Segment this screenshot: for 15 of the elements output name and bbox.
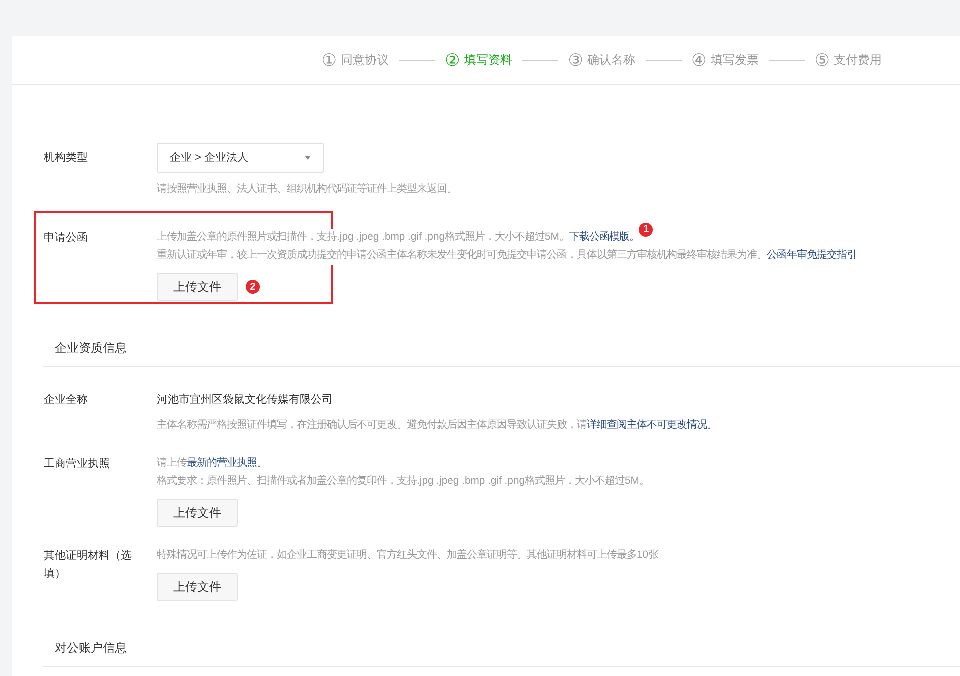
upload-button[interactable]: 上传文件: [157, 499, 238, 527]
section-title: 企业资质信息: [55, 341, 127, 355]
field-label: 机构类型: [44, 152, 88, 164]
caret-icon: [305, 156, 311, 160]
field-value: 河池市宜州区袋鼠文化传媒有限公司: [157, 392, 334, 408]
section-title: 对公账户信息: [55, 641, 127, 655]
upload-button[interactable]: 上传文件: [157, 273, 238, 301]
field-label: 工商营业执照: [44, 458, 110, 470]
field-label: 其他证明材料（选填）: [44, 550, 132, 580]
select-field[interactable]: 企业 > 企业法人: [157, 143, 324, 173]
field-label: 申请公函: [44, 232, 88, 244]
number-badge: 1: [639, 223, 654, 237]
upload-button[interactable]: 上传文件: [157, 573, 238, 601]
number-badge: 2: [246, 280, 260, 294]
field-label: 企业全称: [44, 394, 88, 406]
